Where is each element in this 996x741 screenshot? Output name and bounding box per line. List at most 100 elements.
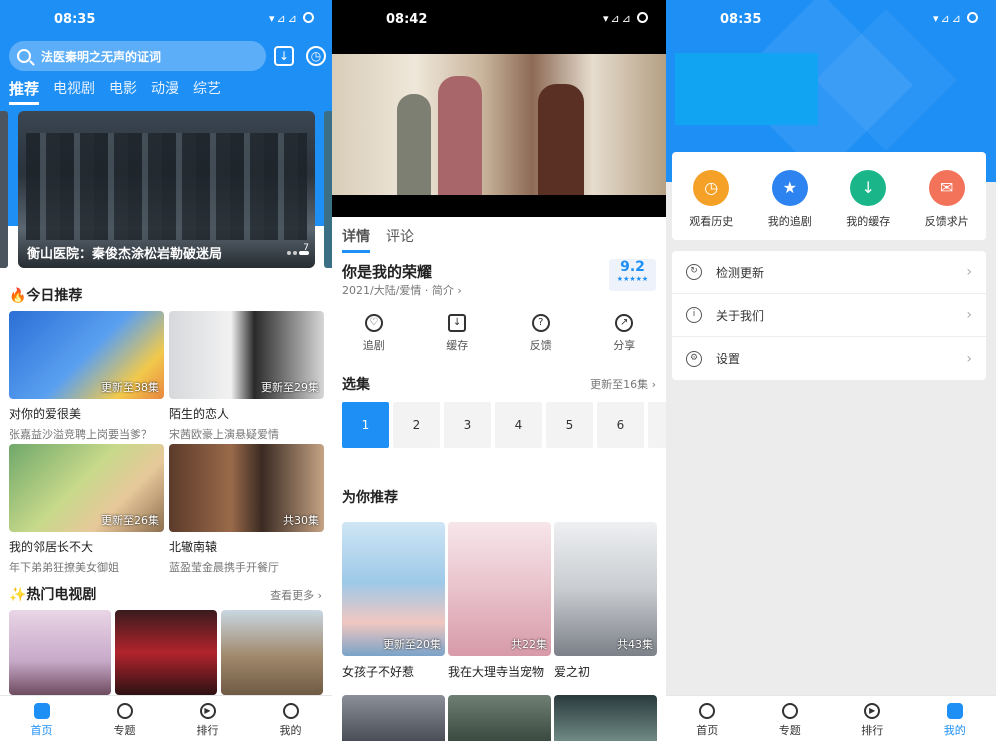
episode-badge: 更新至38集 xyxy=(101,381,159,394)
video-title: 我的邻居长不大 xyxy=(9,540,94,554)
episode-button[interactable]: 5 xyxy=(546,402,593,448)
user-info-area[interactable] xyxy=(675,53,818,125)
recommend-poster: 更新至20集 xyxy=(342,522,445,656)
my-follows-button[interactable]: ★ 我的追剧 xyxy=(751,152,830,240)
banner-caption: 衡山医院：秦俊杰涂松岩勒破迷局 xyxy=(27,247,223,262)
episode-button[interactable]: 2 xyxy=(393,402,440,448)
question-icon: ? xyxy=(531,314,550,332)
video-card[interactable]: 更新至26集 我的邻居长不大 年下弟弟狂撩美女御姐 xyxy=(9,444,164,575)
episode-badge: 更新至29集 xyxy=(261,381,319,394)
tab-home[interactable]: 首页 xyxy=(0,696,83,741)
tab-comments[interactable]: 评论 xyxy=(386,226,414,253)
episode-button[interactable]: 4 xyxy=(495,402,542,448)
tab-topics[interactable]: 专题 xyxy=(83,696,166,741)
banner-next-peek[interactable] xyxy=(324,111,332,268)
chevron-right-icon: › xyxy=(966,350,972,367)
download-icon[interactable]: ↓ xyxy=(274,46,294,66)
menu-settings[interactable]: ⚙ 设置 › xyxy=(672,337,986,380)
cache-button[interactable]: ↓ 缓存 xyxy=(416,314,500,353)
tab-ranking[interactable]: ▶ 排行 xyxy=(166,696,249,741)
download-icon: ↓ xyxy=(448,314,467,332)
menu-about[interactable]: i 关于我们 › xyxy=(672,294,986,337)
recommend-card[interactable]: 共43集 爱之初 xyxy=(554,522,657,680)
today-section-title: 🔥今日推荐 xyxy=(9,288,83,304)
video-thumbnail: 更新至29集 xyxy=(169,311,324,399)
watch-history-button[interactable]: ◷ 观看历史 xyxy=(672,152,751,240)
view-more-link[interactable]: 查看更多 › xyxy=(270,587,322,603)
status-time: 08:42 xyxy=(386,12,428,27)
rating-stars: ★★★★★ xyxy=(616,275,649,283)
drama-poster[interactable] xyxy=(221,610,323,695)
episode-button[interactable]: 6 xyxy=(597,402,644,448)
episode-button[interactable]: 3 xyxy=(444,402,491,448)
episode-button[interactable]: 7 xyxy=(648,402,666,448)
video-title: 陌生的恋人 xyxy=(169,407,230,421)
heart-plus-icon: ♡ xyxy=(364,314,383,332)
tab-tv[interactable]: 电视剧 xyxy=(53,78,95,105)
tab-details[interactable]: 详情 xyxy=(342,226,370,253)
recommend-poster[interactable] xyxy=(342,695,445,741)
banner-prev-peek[interactable] xyxy=(0,111,8,268)
video-player[interactable] xyxy=(332,54,666,195)
status-icons: ▾⊿⊿ xyxy=(603,12,648,25)
tab-recommend[interactable]: 推荐 xyxy=(9,78,40,105)
tab-mine[interactable]: 我的 xyxy=(914,696,996,741)
rating-score: 9.2 xyxy=(620,259,645,275)
recommend-poster[interactable] xyxy=(554,695,657,741)
tab-home[interactable]: 首页 xyxy=(666,696,749,741)
banner-pagination: 7 xyxy=(285,240,309,259)
status-bar: 08:35 ▾⊿⊿ xyxy=(0,0,332,34)
bottom-tab-bar: 首页 专题 ▶ 排行 我的 xyxy=(0,695,332,741)
drama-poster[interactable] xyxy=(115,610,217,695)
tab-mine[interactable]: 我的 xyxy=(249,696,332,741)
follow-button[interactable]: ♡ 追剧 xyxy=(332,314,416,353)
recommend-card[interactable]: 共22集 我在大理寺当宠物 xyxy=(448,522,551,680)
search-input[interactable]: 法医秦明之无声的证词 xyxy=(9,41,266,71)
tab-anime[interactable]: 动漫 xyxy=(151,78,179,105)
home-icon xyxy=(33,703,50,719)
tab-movie[interactable]: 电影 xyxy=(109,78,137,105)
recommend-title: 为你推荐 xyxy=(342,490,398,506)
recommend-poster: 共43集 xyxy=(554,522,657,656)
episode-badge: 共43集 xyxy=(617,638,653,651)
episode-button[interactable]: 1 xyxy=(342,402,389,448)
profile-screen: 08:35 ▾⊿⊿ ◷ 观看历史 ★ 我的追剧 ↓ 我的缓存 ✉ 反馈求片 ↻ 检测更新 ›… xyxy=(666,0,996,741)
banner-index: 7 xyxy=(303,243,309,253)
feedback-button[interactable]: ? 反馈 xyxy=(499,314,583,353)
recommend-card[interactable]: 更新至20集 女孩子不好惹 xyxy=(342,522,445,680)
detail-screen: 08:42 ▾⊿⊿ 详情 评论 你是我的荣耀 2021/大陆/爱情 · 简介 ›… xyxy=(332,0,666,741)
search-placeholder: 法医秦明之无声的证词 xyxy=(41,49,162,64)
video-card[interactable]: 更新至29集 陌生的恋人 宋茜欧豪上演悬疑爱情 xyxy=(169,311,324,442)
episodes-title: 选集 xyxy=(342,377,370,393)
action-row: ♡ 追剧 ↓ 缓存 ? 反馈 ↗ 分享 xyxy=(332,314,666,353)
video-subtitle: 宋茜欧豪上演悬疑爱情 xyxy=(169,428,279,441)
ranking-icon: ▶ xyxy=(199,703,216,719)
video-card[interactable]: 共30集 北辙南辕 蓝盈莹金晨携手开餐厅 xyxy=(169,444,324,575)
chevron-right-icon: › xyxy=(966,264,972,280)
request-feedback-button[interactable]: ✉ 反馈求片 xyxy=(908,152,987,240)
my-cache-button[interactable]: ↓ 我的缓存 xyxy=(829,152,908,240)
episode-badge: 更新至20集 xyxy=(383,638,441,651)
show-meta[interactable]: 2021/大陆/爱情 · 简介 › xyxy=(342,282,462,298)
cloud-download-icon: ↓ xyxy=(850,170,887,206)
share-button[interactable]: ↗ 分享 xyxy=(583,314,667,353)
share-icon: ↗ xyxy=(615,314,634,332)
episodes-more-link[interactable]: 更新至16集 › xyxy=(590,376,656,392)
recommend-poster[interactable] xyxy=(448,695,551,741)
tab-variety[interactable]: 综艺 xyxy=(193,78,221,105)
star-icon: ★ xyxy=(771,170,808,206)
tab-topics[interactable]: 专题 xyxy=(749,696,832,741)
menu-check-update[interactable]: ↻ 检测更新 › xyxy=(672,251,986,294)
history-clock-icon[interactable]: ◷ xyxy=(306,46,326,66)
hot-section-title: ✨热门电视剧 xyxy=(9,587,97,603)
category-tabs: 推荐 电视剧 电影 动漫 综艺 xyxy=(9,78,221,105)
video-title: 北辙南辕 xyxy=(169,540,218,554)
tab-ranking[interactable]: ▶ 排行 xyxy=(831,696,914,741)
hero-banner[interactable]: 衡山医院：秦俊杰涂松岩勒破迷局 7 xyxy=(18,111,315,268)
drama-poster[interactable] xyxy=(9,610,111,695)
status-bar: 08:42 ▾⊿⊿ xyxy=(332,0,666,34)
detail-tabs: 详情 评论 xyxy=(342,226,414,253)
video-subtitle: 蓝盈莹金晨携手开餐厅 xyxy=(169,561,279,574)
video-card[interactable]: 更新至38集 对你的爱很美 张嘉益沙溢竞聘上岗要当爹？ xyxy=(9,311,164,442)
quick-actions: ◷ 观看历史 ★ 我的追剧 ↓ 我的缓存 ✉ 反馈求片 xyxy=(672,152,986,240)
